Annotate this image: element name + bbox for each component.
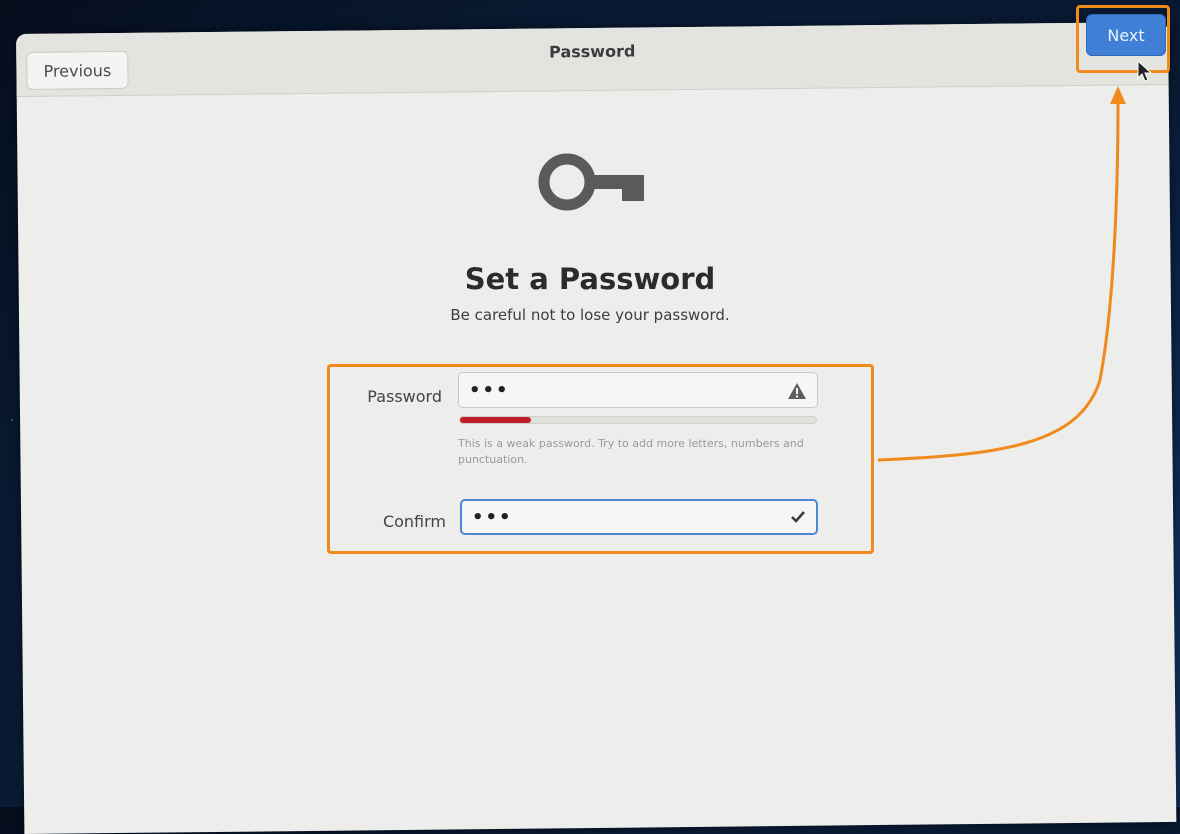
annotation-arrow [877, 86, 1126, 462]
